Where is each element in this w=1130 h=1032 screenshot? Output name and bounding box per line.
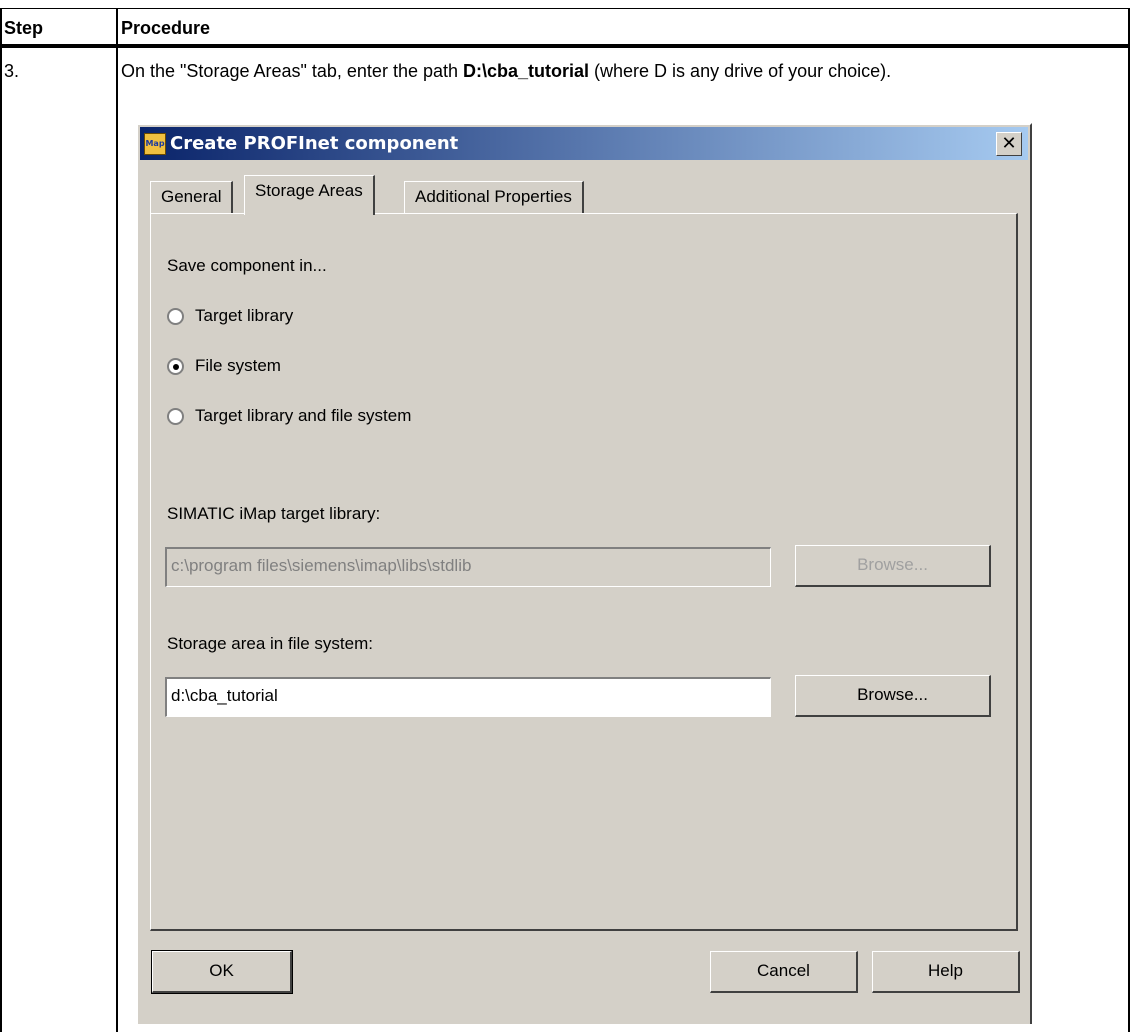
radio-selected-dot (173, 364, 179, 370)
instruction-text-post: (where D is any drive of your choice). (589, 61, 892, 81)
storage-area-input[interactable]: d:\cba_tutorial (165, 677, 771, 717)
storage-area-label: Storage area in file system: (167, 634, 373, 653)
help-button[interactable]: Help (872, 951, 1020, 993)
table-top-border (0, 8, 1130, 9)
target-library-input: c:\program files\siemens\imap\libs\stdli… (165, 547, 771, 587)
step-number: 3. (4, 61, 20, 81)
radio-target-library-and-file-system-label[interactable]: Target library and file system (195, 406, 411, 426)
instruction-text-pre: On the "Storage Areas" tab, enter the pa… (121, 61, 463, 81)
radio-target-library[interactable] (167, 308, 184, 325)
save-in-label: Save component in... (167, 256, 327, 275)
instruction-path: D:\cba_tutorial (463, 61, 590, 81)
radio-file-system[interactable] (167, 358, 184, 375)
close-button[interactable]: ✕ (996, 132, 1022, 156)
browse-storage-area-button[interactable]: Browse... (795, 675, 991, 717)
target-library-label: SIMATIC iMap target library: (167, 504, 381, 523)
create-profinet-dialog: Map Create PROFInet component ✕ General … (136, 123, 1032, 1024)
radio-target-library-and-file-system[interactable] (167, 408, 184, 425)
header-step: Step (4, 18, 44, 38)
radio-file-system-label[interactable]: File system (195, 356, 281, 376)
ok-button[interactable]: OK (151, 950, 293, 994)
header-procedure: Procedure (121, 18, 211, 38)
dialog-title: Create PROFInet component (170, 133, 459, 154)
step-instruction: On the "Storage Areas" tab, enter the pa… (121, 60, 1081, 83)
storage-areas-panel: Save component in... Target library File… (150, 213, 1018, 931)
cancel-button[interactable]: Cancel (710, 951, 858, 993)
tab-storage-areas[interactable]: Storage Areas (244, 175, 375, 215)
table-column-divider (116, 8, 118, 1032)
browse-target-library-button: Browse... (795, 545, 991, 587)
tab-additional-properties[interactable]: Additional Properties (404, 181, 584, 215)
radio-target-library-label[interactable]: Target library (195, 306, 293, 326)
imap-app-icon: Map (144, 133, 166, 155)
table-left-border (0, 8, 2, 1032)
table-header-divider (0, 44, 1130, 48)
tab-general[interactable]: General (150, 181, 234, 215)
dialog-titlebar[interactable]: Map Create PROFInet component ✕ (140, 127, 1028, 160)
